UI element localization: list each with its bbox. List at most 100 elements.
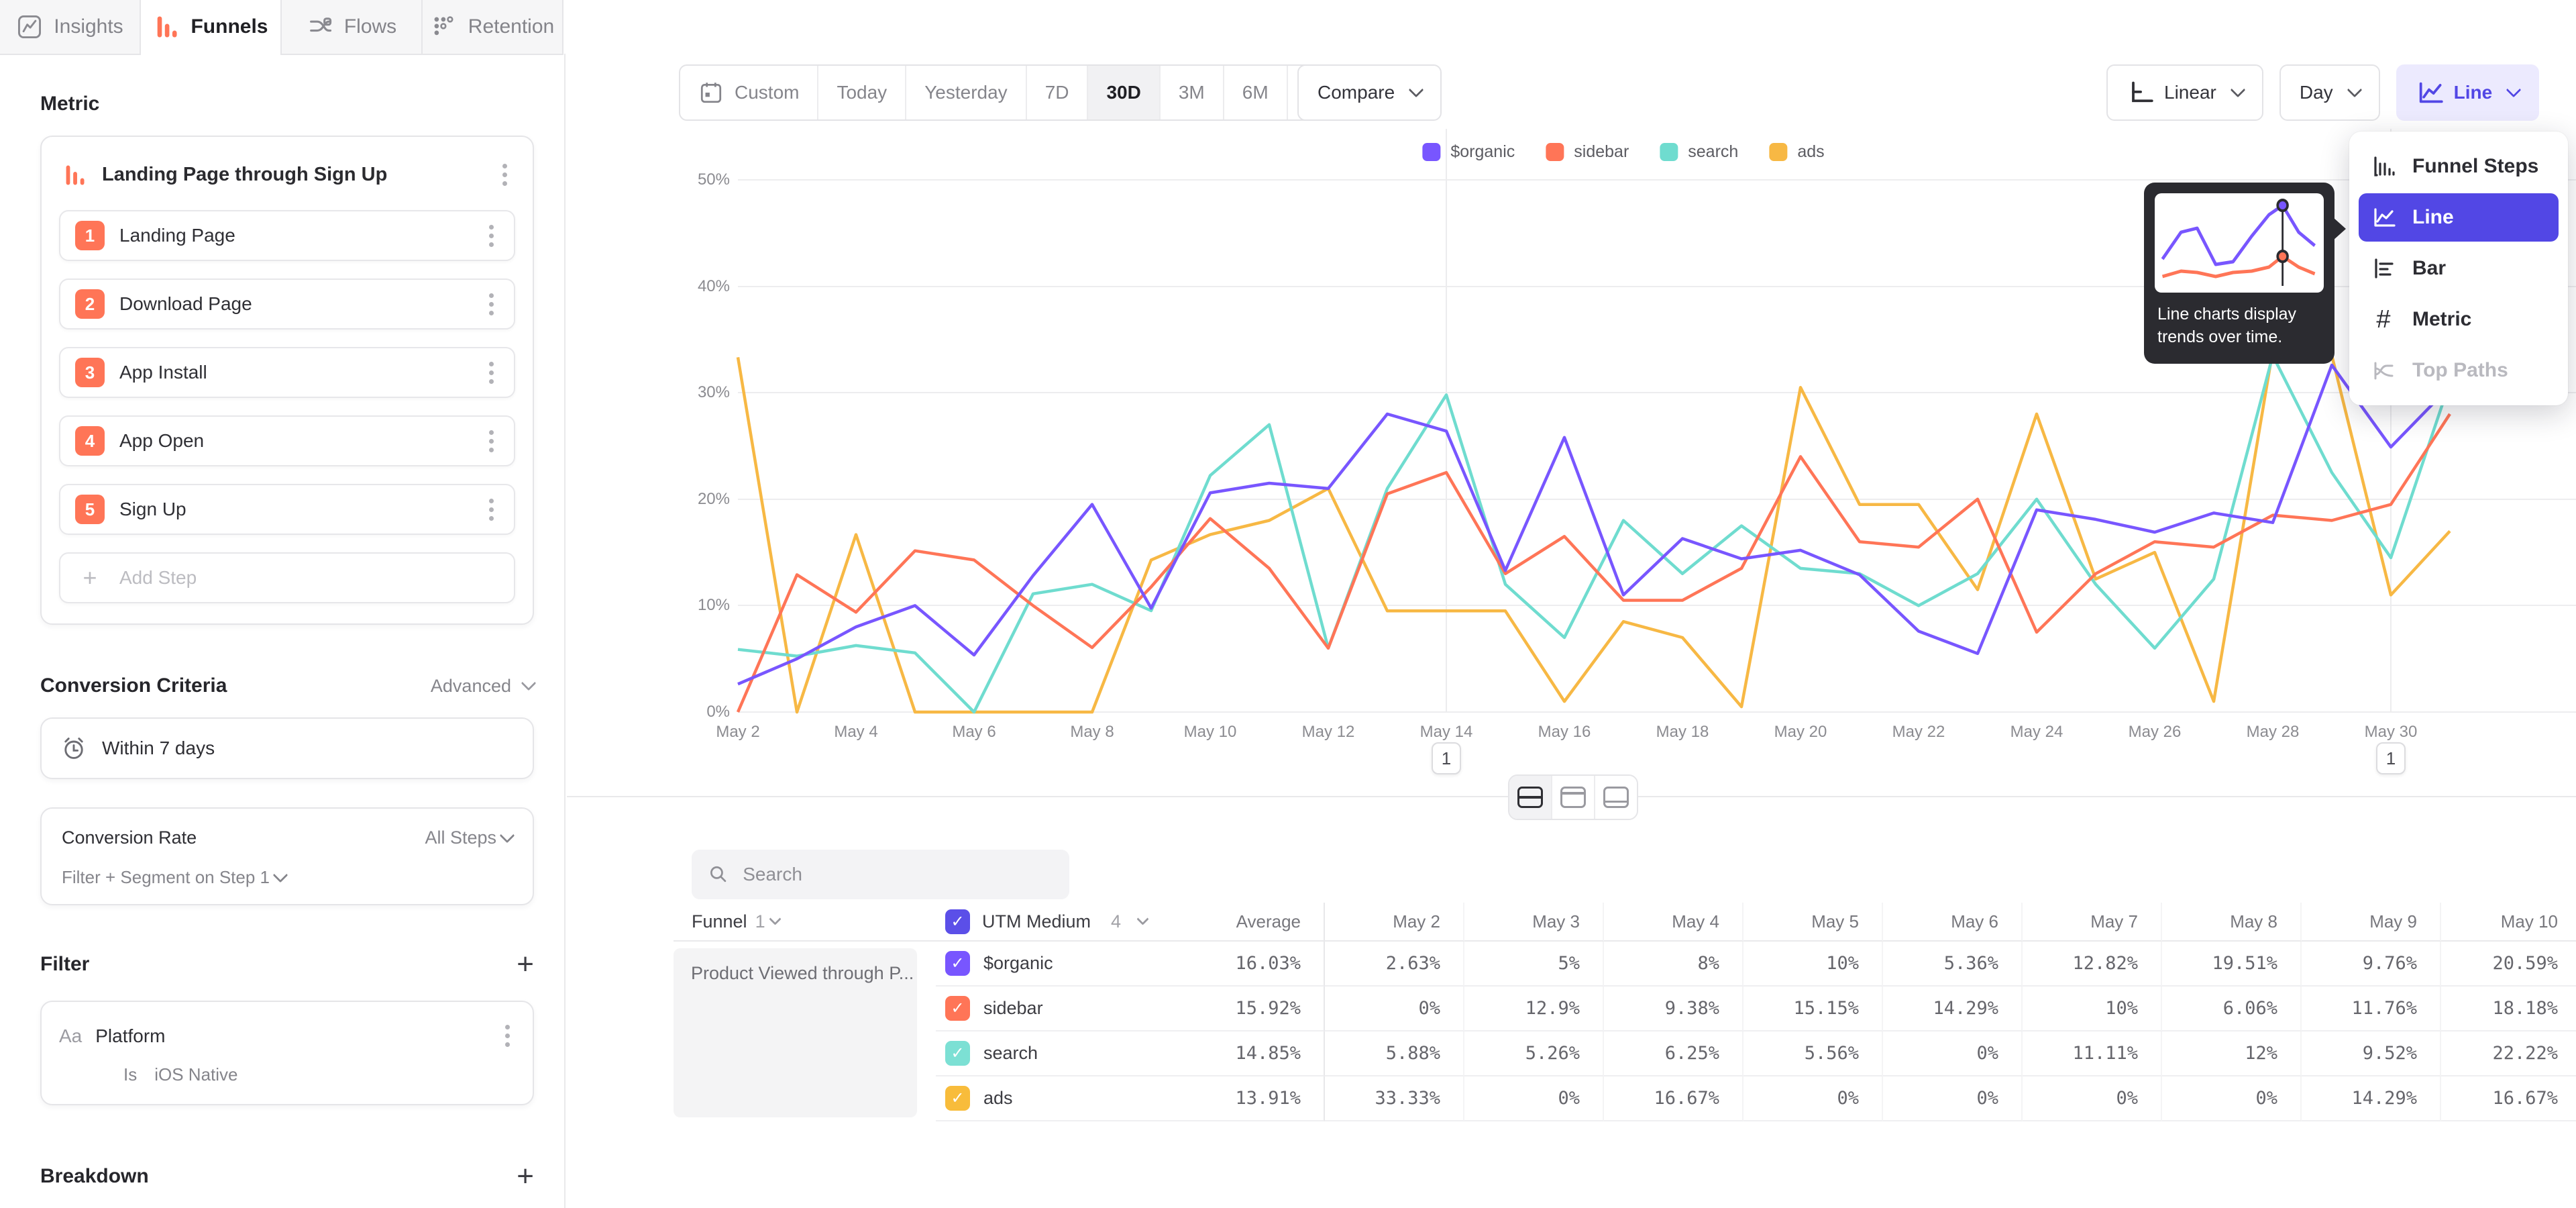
menu-item-funnel-steps[interactable]: Funnel Steps [2359, 142, 2559, 191]
x-axis-label: May 12 [1302, 723, 1355, 742]
date-column-header[interactable]: May 9 [2302, 903, 2441, 942]
x-axis-label: May 16 [1538, 723, 1591, 742]
metric-hash-icon: # [2371, 307, 2396, 332]
y-axis-label: 50% [656, 170, 730, 189]
funnel-name-cell[interactable]: Product Viewed through P... [674, 948, 917, 1117]
cell-value: 0% [1464, 1076, 1604, 1121]
tab-flows[interactable]: Flows [282, 0, 423, 54]
row-checkbox[interactable]: ✓ [945, 996, 970, 1021]
cell-value: 0% [2162, 1076, 2302, 1121]
range-label: Yesterday [924, 82, 1008, 103]
average-value: 15.92% [1154, 987, 1325, 1031]
scale-dropdown[interactable]: Linear [2106, 64, 2263, 121]
funnel-column-header[interactable]: Funnel 1 [674, 903, 936, 942]
menu-item-label: Line [2412, 206, 2454, 229]
cell-value: 14.29% [2302, 1076, 2441, 1121]
menu-item-line[interactable]: Line [2359, 193, 2559, 242]
date-column-header[interactable]: May 4 [1604, 903, 1743, 942]
range-30d[interactable]: 30D [1088, 66, 1160, 119]
date-column-header[interactable]: May 6 [1883, 903, 2023, 942]
chart-type-menu: Funnel Steps Line Bar # Metric Top Paths [2349, 132, 2568, 405]
average-value: 14.85% [1154, 1031, 1325, 1076]
funnel-header-label: Funnel [692, 911, 747, 932]
series-line-organic[interactable] [738, 365, 2450, 684]
cell-value: 5.88% [1325, 1031, 1464, 1076]
y-axis-label: 0% [656, 703, 730, 721]
range-yesterday[interactable]: Yesterday [906, 66, 1027, 119]
x-axis-label: May 10 [1184, 723, 1237, 742]
table-row-series[interactable]: ✓$organic [936, 942, 1154, 987]
x-axis-label: May 18 [1656, 723, 1709, 742]
chevron-down-icon [2347, 83, 2362, 98]
line-chart-icon [2371, 205, 2396, 230]
tooltip-arrow [2333, 217, 2346, 240]
average-value: 16.03% [1154, 942, 1325, 987]
x-axis-label: May 28 [2247, 723, 2300, 742]
date-column-header[interactable]: May 3 [1464, 903, 1604, 942]
chart-controls: Linear Day Line [2106, 64, 2539, 121]
annotation-badge[interactable]: 1 [1432, 742, 1461, 774]
cell-value: 6.25% [1604, 1031, 1743, 1076]
insights-icon [16, 13, 43, 40]
cell-value: 0% [1743, 1076, 1883, 1121]
cell-value: 16.67% [1604, 1076, 1743, 1121]
cell-value: 22.22% [2441, 1031, 2576, 1076]
menu-item-metric[interactable]: # Metric [2359, 295, 2559, 344]
date-column-header[interactable]: May 7 [2023, 903, 2162, 942]
y-axis-label: 40% [656, 277, 730, 296]
x-axis-label: May 24 [2010, 723, 2063, 742]
layout-split-button[interactable] [1509, 776, 1552, 819]
series-line-ads[interactable] [738, 350, 2450, 712]
date-column-header[interactable]: May 8 [2162, 903, 2302, 942]
cell-value: 18.18% [2441, 987, 2576, 1031]
date-column-header[interactable]: May 10 [2441, 903, 2576, 942]
tab-insights[interactable]: Insights [0, 0, 141, 54]
tab-retention[interactable]: Retention [423, 0, 562, 54]
x-axis-label: May 22 [1892, 723, 1945, 742]
series-name: ads [983, 1088, 1013, 1109]
series-line-search[interactable] [738, 356, 2450, 712]
row-checkbox[interactable]: ✓ [945, 1041, 970, 1066]
chevron-down-icon [2506, 83, 2522, 98]
layout-table-button[interactable] [1595, 776, 1637, 819]
date-column-header[interactable]: May 2 [1325, 903, 1464, 942]
cell-value: 11.11% [2023, 1031, 2162, 1076]
range-3m[interactable]: 3M [1161, 66, 1224, 119]
layout-chart-button[interactable] [1552, 776, 1595, 819]
table-row-series[interactable]: ✓ sidebar [936, 987, 1154, 1031]
row-checkbox[interactable]: ✓ [945, 951, 970, 976]
menu-item-top-paths[interactable]: Top Paths [2359, 346, 2559, 395]
x-axis-label: May 4 [834, 723, 877, 742]
date-column-header[interactable]: May 5 [1743, 903, 1883, 942]
cell-value: 33.33% [1325, 1076, 1464, 1121]
date-range-control: Custom Today Yesterday 7D 30D 3M 6M 12M [679, 64, 1362, 121]
tab-funnels[interactable]: Funnels [141, 0, 282, 54]
cell-value: 9.76% [2302, 942, 2441, 987]
range-today[interactable]: Today [818, 66, 906, 119]
cell-value: 2.63% [1325, 942, 1464, 987]
range-6m[interactable]: 6M [1224, 66, 1288, 119]
cell-value: 10% [1743, 942, 1883, 987]
search-icon [708, 862, 729, 887]
interval-dropdown[interactable]: Day [2279, 64, 2380, 121]
breakdown-count: 4 [1111, 911, 1121, 932]
compare-button[interactable]: Compare [1297, 64, 1442, 121]
table-row-series[interactable]: ✓ ads [936, 1076, 1154, 1121]
menu-item-bar[interactable]: Bar [2359, 244, 2559, 293]
select-all-checkbox[interactable]: ✓ [945, 909, 970, 934]
range-custom[interactable]: Custom [680, 66, 818, 119]
average-column-header[interactable]: Average [1154, 903, 1325, 942]
breakdown-column-header[interactable]: ✓ UTM Medium 4 [936, 903, 1154, 942]
x-axis-label: May 26 [2129, 723, 2182, 742]
breakdown-table: Funnel 1 ✓ UTM Medium 4 Average May 2May… [674, 903, 2576, 1121]
tab-label: Insights [54, 15, 123, 38]
range-7d[interactable]: 7D [1027, 66, 1089, 119]
search-input[interactable] [741, 863, 1053, 886]
row-checkbox[interactable]: ✓ [945, 1086, 970, 1111]
annotation-badge[interactable]: 1 [2376, 742, 2406, 774]
chart-type-dropdown[interactable]: Line [2396, 64, 2540, 121]
series-name: sidebar [983, 998, 1043, 1019]
cell-value: 9.38% [1604, 987, 1743, 1031]
table-row-series[interactable]: ✓search [936, 1031, 1154, 1076]
cell-value: 0% [2023, 1076, 2162, 1121]
